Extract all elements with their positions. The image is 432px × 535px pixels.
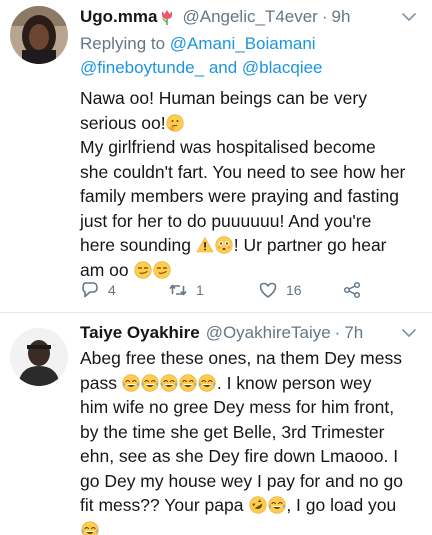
tweet-line: Nawa oo! Human beings can be very (80, 88, 367, 108)
reply-button[interactable]: 4 (80, 278, 116, 302)
rofl-face-icon (248, 496, 267, 514)
tweet-line: she couldn't fart. You need to see how h… (80, 161, 406, 182)
tweet-text: Abeg free these ones, na them Dey mess p… (80, 346, 422, 535)
tweet-ugo[interactable]: Ugo.mma @Angelic_T4ever · 9h Replying to… (0, 0, 432, 312)
tweet-line: family members were praying and fasting (80, 186, 400, 206)
user-handle[interactable]: @Angelic_T4ever (182, 6, 317, 28)
timestamp[interactable]: 7h (344, 322, 363, 344)
mention-link[interactable]: @blacqiee (242, 58, 323, 77)
share-button[interactable] (342, 278, 362, 302)
tweet-line: serious oo! (80, 111, 422, 136)
chevron-down-icon[interactable] (400, 324, 418, 342)
reply-icon (82, 282, 98, 298)
display-name[interactable]: Ugo.mma (80, 6, 157, 28)
replying-to: Replying to @Amani_Boiamani @fineboytund… (80, 32, 422, 80)
avatar[interactable] (10, 6, 68, 64)
tweet-header: Taiye Oyakhire @OyakhireTaiye · 7h (80, 322, 422, 344)
share-icon (343, 281, 361, 299)
tweet-text: Nawa oo! Human beings can be very seriou… (80, 86, 422, 282)
joy-face-icon (141, 373, 159, 392)
display-name[interactable]: Taiye Oyakhire (80, 322, 200, 344)
mention-link[interactable]: @fineboytunde_ (80, 58, 204, 77)
tweet-line: by the time she get Belle, 3rd Trimester (80, 421, 385, 442)
joy-face-icon (268, 496, 286, 514)
retweet-button[interactable]: 1 (168, 278, 204, 302)
retweet-count: 1 (196, 282, 204, 298)
flushed-face-icon (215, 236, 233, 254)
tweet-taiye[interactable]: Taiye Oyakhire @OyakhireTaiye · 7h Abeg … (0, 312, 432, 535)
tweet-line: pass . I know person wey (80, 372, 372, 393)
chevron-down-icon[interactable] (400, 8, 418, 26)
reply-count: 4 (108, 282, 116, 298)
avatar[interactable] (10, 328, 68, 386)
like-count: 16 (286, 282, 302, 298)
joy-face-icon (122, 373, 140, 392)
joy-face-icon (179, 373, 197, 392)
joy-face-icon (160, 373, 178, 392)
tweet-header: Ugo.mma @Angelic_T4ever · 9h (80, 6, 422, 28)
tweet-line: just for her to do puuuuuu! And you're (80, 210, 372, 231)
warning-icon (196, 236, 214, 253)
tweet-line: ehn, see as she Dey fire down Lmaooo. I (80, 446, 399, 466)
tweet-line: go Dey my house wey I pay for and no go (80, 470, 403, 491)
smirk-face-icon (153, 260, 171, 279)
separator: · (321, 7, 328, 26)
tweet-line: him wife no gree Dey mess for him front, (80, 397, 395, 417)
retweet-icon (169, 284, 187, 296)
tweet-line: My girlfriend was hospitalised become (80, 137, 376, 157)
tweet-line (80, 518, 422, 535)
mention-link[interactable]: @Amani_Boiamani (170, 34, 316, 53)
tulip-icon (161, 10, 172, 25)
joy-face-icon (80, 520, 99, 535)
like-button[interactable]: 16 (258, 278, 302, 302)
joy-face-icon (198, 373, 216, 392)
tweet-actions: 4 1 16 (80, 278, 400, 302)
like-icon (259, 282, 277, 298)
tweet-line: Abeg free these ones, na them Dey mess (80, 348, 402, 368)
tweet-line: here sounding ! Ur partner go hear (80, 235, 387, 255)
replying-and: and (208, 58, 238, 77)
tweet-line: fit mess?? Your papa , I go load you (80, 495, 397, 515)
replying-to-label: Replying to (80, 34, 166, 53)
timestamp[interactable]: 9h (332, 6, 351, 28)
smirk-face-icon (134, 260, 152, 279)
thinking-face-icon (166, 113, 184, 132)
user-handle[interactable]: @OyakhireTaiye (206, 322, 331, 344)
separator: · (334, 323, 341, 342)
